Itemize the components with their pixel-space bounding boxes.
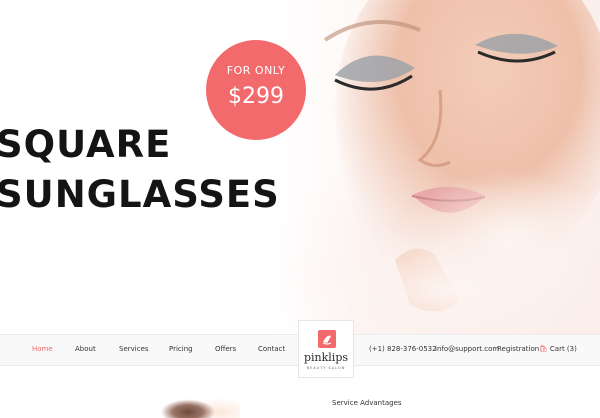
price-badge-label: FOR ONLY [226, 64, 286, 77]
cart-link[interactable]: 🛍 Cart (3) [539, 345, 577, 353]
logo-tagline: BEAUTY SALON [306, 366, 346, 370]
section-heading: Service Advantages [332, 399, 402, 407]
price-badge-value: $299 [228, 84, 284, 109]
service-preview-image [160, 398, 240, 418]
price-badge: FOR ONLY $299 [206, 40, 306, 140]
nav-offers[interactable]: Offers [215, 345, 236, 353]
nav-services[interactable]: Services [119, 345, 149, 353]
nav-contact[interactable]: Contact [258, 345, 285, 353]
cart-label: Cart (3) [549, 345, 577, 353]
cart-icon: 🛍 [539, 345, 548, 353]
lips-logo-icon [318, 330, 336, 348]
logo-name: pinklips [303, 351, 349, 364]
headline-line-2: SUNGLASSES [0, 173, 280, 216]
phone-number[interactable]: (+1) 828-376-0532 [369, 345, 437, 353]
nav-home[interactable]: Home [32, 345, 53, 353]
email-link[interactable]: info@support.com [435, 345, 499, 353]
nav-pricing[interactable]: Pricing [169, 345, 193, 353]
site-logo[interactable]: pinklips BEAUTY SALON [298, 320, 354, 378]
registration-link[interactable]: Registration [497, 345, 539, 353]
nav-about[interactable]: About [75, 345, 96, 353]
hero-banner: SQUARE SUNGLASSES FOR ONLY $299 [0, 0, 600, 334]
hero-model-image [300, 0, 600, 334]
